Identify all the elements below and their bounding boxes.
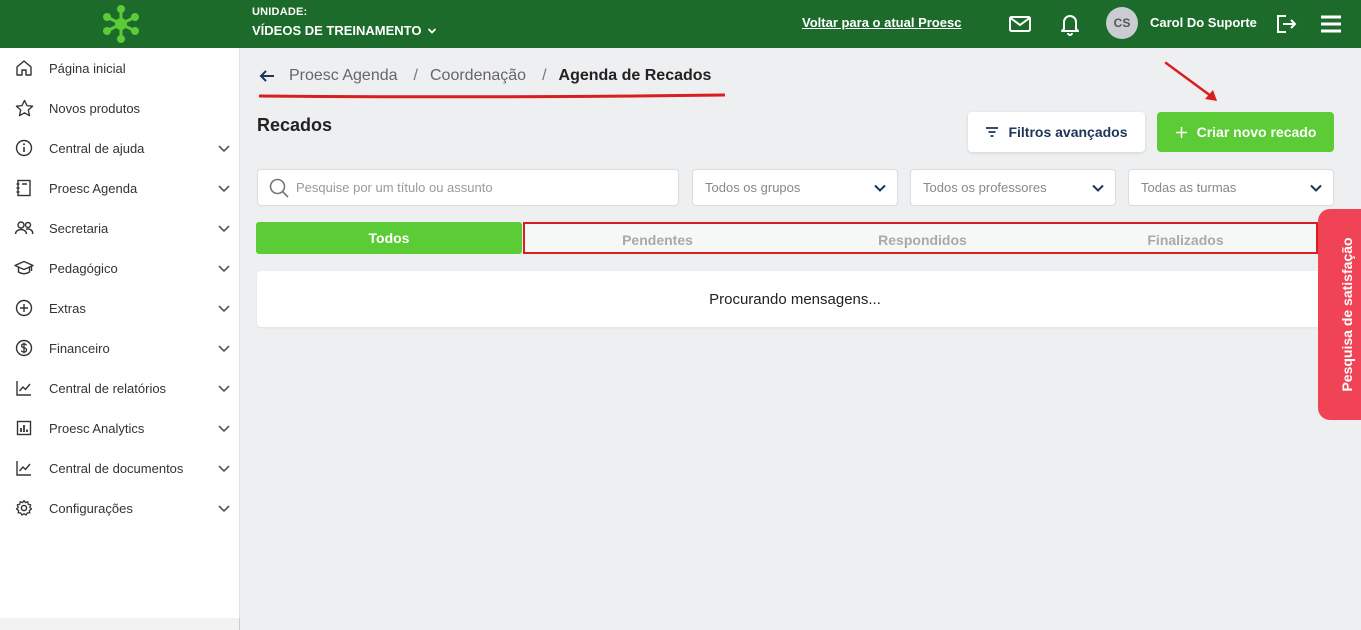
- unit-label: UNIDADE:: [252, 6, 308, 18]
- sidebar-item-new-products[interactable]: Novos produtos: [0, 88, 240, 128]
- tab-pending[interactable]: Pendentes: [525, 224, 790, 256]
- user-name[interactable]: Carol Do Suporte: [1150, 15, 1257, 30]
- filter-icon: [986, 127, 999, 137]
- chevron-down-icon: [218, 425, 230, 433]
- chevron-down-icon: [427, 27, 436, 34]
- sidebar-item-home[interactable]: Página inicial: [0, 48, 240, 88]
- advanced-filters-button[interactable]: Filtros avançados: [968, 112, 1145, 152]
- loading-status: Procurando mensagens...: [709, 290, 881, 308]
- page-title: Recados: [257, 115, 333, 135]
- gear-icon: [14, 498, 34, 518]
- groups-select[interactable]: Todos os grupos: [692, 169, 898, 206]
- line-chart-icon: [14, 378, 34, 398]
- sidebar: Página inicial Novos produtos Central de…: [0, 48, 240, 618]
- chevron-down-icon: [218, 225, 230, 233]
- sidebar-item-reports[interactable]: Central de relatórios: [0, 368, 240, 408]
- home-icon: [14, 58, 34, 78]
- back-to-proesc-link[interactable]: Voltar para o atual Proesc: [802, 15, 961, 30]
- classes-select-value: Todas as turmas: [1141, 180, 1237, 195]
- sidebar-item-proesc-agenda[interactable]: Proesc Agenda: [0, 168, 240, 208]
- dollar-icon: [14, 338, 34, 358]
- chevron-down-icon: [218, 185, 230, 193]
- sidebar-item-settings[interactable]: Configurações: [0, 488, 240, 528]
- sidebar-item-analytics[interactable]: Proesc Analytics: [0, 408, 240, 448]
- satisfaction-survey-label: Pesquisa de satisfação: [1339, 237, 1355, 392]
- plus-icon: [1175, 126, 1187, 138]
- tab-answered[interactable]: Respondidos: [790, 224, 1055, 256]
- bar-chart-icon: [14, 418, 34, 438]
- messages-panel: Procurando mensagens...: [257, 271, 1333, 327]
- proesc-logo-icon[interactable]: [98, 3, 144, 45]
- users-icon: [14, 218, 34, 238]
- chevron-down-icon: [1310, 184, 1322, 192]
- bell-icon[interactable]: [1057, 11, 1083, 37]
- info-icon: [14, 138, 34, 158]
- unit-selector[interactable]: UNIDADE: VÍDEOS DE TREINAMENTO: [252, 6, 437, 38]
- sidebar-item-documents[interactable]: Central de documentos: [0, 448, 240, 488]
- chevron-down-icon: [1092, 184, 1104, 192]
- teachers-select-value: Todos os professores: [923, 180, 1047, 195]
- search-input[interactable]: [296, 170, 671, 205]
- breadcrumb-item-coordenacao[interactable]: Coordenação: [430, 67, 526, 85]
- chevron-down-icon: [218, 505, 230, 513]
- sidebar-footer: [0, 618, 240, 630]
- tab-finished[interactable]: Finalizados: [1055, 224, 1316, 256]
- star-icon: [14, 98, 34, 118]
- breadcrumb-current: Agenda de Recados: [558, 67, 712, 84]
- teachers-select[interactable]: Todos os professores: [910, 169, 1116, 206]
- sidebar-item-extras[interactable]: Extras: [0, 288, 240, 328]
- menu-icon[interactable]: [1318, 11, 1344, 37]
- chevron-down-icon: [218, 465, 230, 473]
- back-arrow-icon[interactable]: [258, 66, 278, 86]
- breadcrumb-separator: /: [413, 67, 418, 84]
- classes-select[interactable]: Todas as turmas: [1128, 169, 1334, 206]
- logout-icon[interactable]: [1273, 11, 1299, 37]
- sidebar-item-pedagogico[interactable]: Pedagógico: [0, 248, 240, 288]
- sidebar-item-secretaria[interactable]: Secretaria: [0, 208, 240, 248]
- annotation-underline: [259, 93, 725, 99]
- breadcrumb: Proesc Agenda / Coordenação / Agenda de …: [258, 66, 711, 86]
- sidebar-item-financeiro[interactable]: Financeiro: [0, 328, 240, 368]
- satisfaction-survey-tab[interactable]: Pesquisa de satisfação: [1318, 209, 1361, 420]
- tab-all[interactable]: Todos: [256, 222, 522, 254]
- annotation-arrow-icon: [1164, 61, 1217, 101]
- status-tabs: Todos Pendentes Respondidos Finalizados: [256, 222, 1318, 254]
- groups-select-value: Todos os grupos: [705, 180, 801, 195]
- sidebar-item-help-center[interactable]: Central de ajuda: [0, 128, 240, 168]
- mail-icon[interactable]: [1007, 11, 1033, 37]
- graduation-cap-icon: [14, 258, 34, 278]
- chevron-down-icon: [218, 305, 230, 313]
- create-message-label: Criar novo recado: [1196, 124, 1317, 140]
- plus-circle-icon: [14, 298, 34, 318]
- breadcrumb-item-agenda[interactable]: Proesc Agenda: [289, 67, 398, 85]
- agenda-icon: [14, 178, 34, 198]
- annotation-highlight-box: Pendentes Respondidos Finalizados: [523, 222, 1318, 254]
- unit-name: VÍDEOS DE TREINAMENTO: [252, 23, 422, 38]
- top-bar: UNIDADE: VÍDEOS DE TREINAMENTO Voltar pa…: [0, 0, 1361, 48]
- create-message-button[interactable]: Criar novo recado: [1157, 112, 1334, 152]
- avatar[interactable]: CS: [1106, 7, 1138, 39]
- breadcrumb-separator: /: [542, 67, 547, 84]
- chevron-down-icon: [874, 184, 886, 192]
- chevron-down-icon: [218, 145, 230, 153]
- search-icon: [269, 178, 289, 198]
- chevron-down-icon: [218, 345, 230, 353]
- chevron-down-icon: [218, 385, 230, 393]
- search-box: [257, 169, 679, 206]
- trend-chart-icon: [14, 458, 34, 478]
- chevron-down-icon: [218, 265, 230, 273]
- advanced-filters-label: Filtros avançados: [1008, 124, 1128, 140]
